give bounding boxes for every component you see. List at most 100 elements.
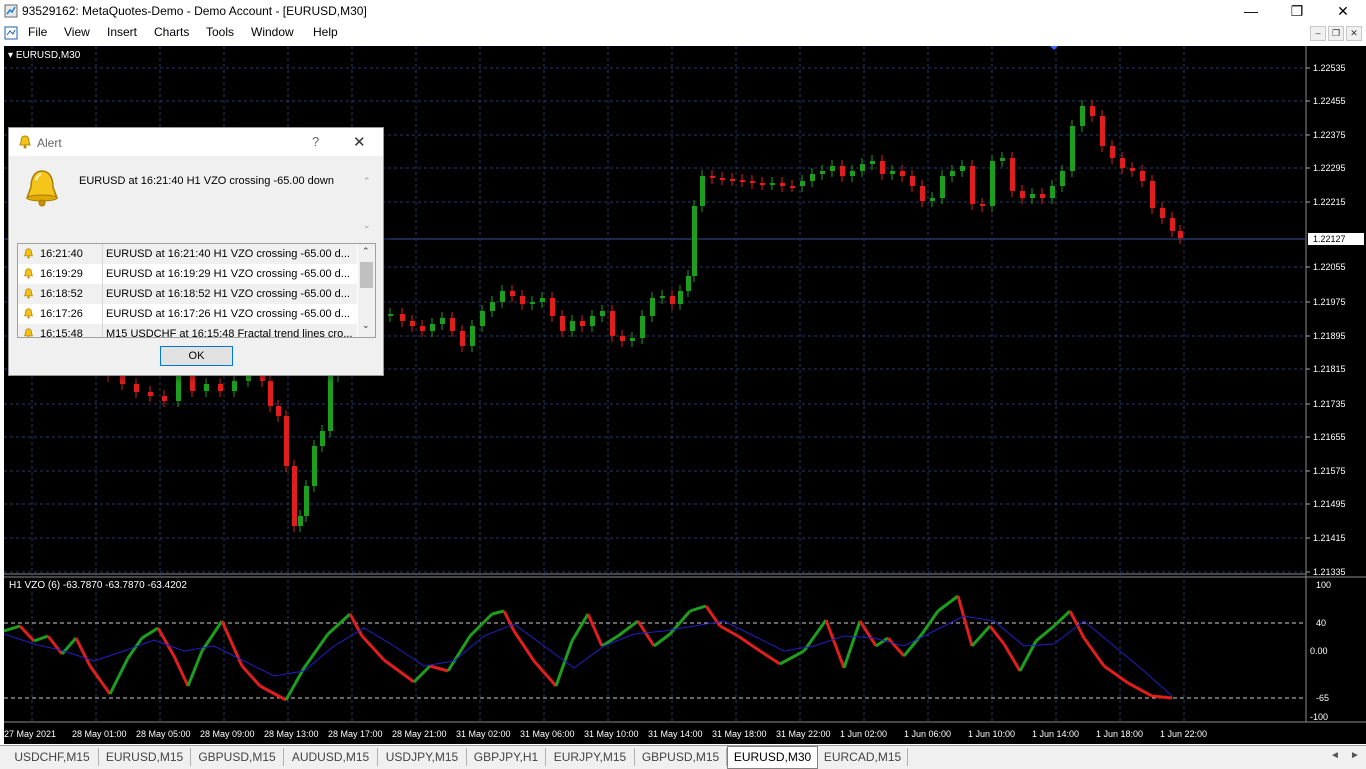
candle-body [176,376,181,401]
candle-body [304,486,309,516]
candle-body [1080,106,1085,126]
tab-scroll-right-icon[interactable]: ► [1350,750,1360,761]
candle-body [500,291,505,302]
candle-body [800,181,805,186]
candle-body [328,376,333,431]
candle-body [120,376,125,384]
candle-body [750,181,755,183]
candle-body [570,321,575,331]
candle-body [490,302,495,311]
menu-insert[interactable]: Insert [107,25,137,39]
menu-view[interactable]: View [64,25,90,39]
alert-close-button[interactable]: ✕ [353,133,366,151]
list-item[interactable]: 16:21:40 EURUSD at 16:21:40 H1 VZO cross… [18,244,357,264]
vzo-line-segment [4,624,21,633]
candle-body [600,311,605,316]
tab-gbpjpy-h1[interactable]: GBPJPY,H1 [467,748,546,766]
column-separator [102,284,103,304]
vzo-line-segment [186,650,204,687]
menu-file[interactable]: File [28,25,47,39]
candle-body [1130,168,1135,171]
candle-body [320,431,325,446]
tab-scroll-left-icon[interactable]: ◄ [1330,750,1340,761]
price-tick-label: 1.22375 [1313,130,1346,140]
message-scroll-up[interactable]: ⌃ [363,176,371,187]
alert-time: 16:15:48 [40,328,83,338]
time-tick-label: 28 May 21:00 [392,729,447,739]
candle-body [298,516,303,526]
message-scroll-down[interactable]: ⌄ [363,220,371,231]
tab-eurusd-m30[interactable]: EURUSD,M30 [727,746,818,769]
price-tick-label: 1.21895 [1313,331,1346,341]
time-tick-label: 1 Jun 18:00 [1096,729,1143,739]
scroll-up-arrow-icon[interactable]: ⌃ [362,246,370,257]
vzo-line-segment [491,609,505,616]
candle-body [880,161,885,174]
candle-body [520,296,525,304]
price-tick-label: 1.22295 [1313,163,1346,173]
ok-button[interactable]: OK [160,346,233,366]
indicator-label: H1 VZO (6) -63.7870 -63.7870 -63.4202 [9,580,187,591]
candle-body [770,183,775,185]
vzo-line-segment [60,637,78,655]
tab-usdchf-m15[interactable]: USDCHF,M15 [6,748,99,766]
candle-body [700,176,705,206]
candle-body [1140,171,1145,181]
chart-window-icon[interactable] [4,26,18,40]
bell-icon [24,248,33,259]
candle-body [670,296,675,304]
vzo-line-segment [532,660,558,687]
candle-body [430,324,435,331]
indicator-level-label: -65 [1316,693,1329,703]
tab-eurjpy-m15[interactable]: EURJPY,M15 [546,748,635,766]
candle-body [134,384,139,392]
time-tick-label: 28 May 01:00 [72,729,127,739]
menu-tools[interactable]: Tools [206,25,234,39]
tab-eurcad-m15[interactable]: EURCAD,M15 [818,748,908,766]
menu-charts[interactable]: Charts [154,25,189,39]
list-item[interactable]: 16:18:52 EURUSD at 16:18:52 H1 VZO cross… [18,284,357,304]
tab-gbpusd-m15[interactable]: GBPUSD,M15 [191,748,284,766]
candle-body [246,376,251,381]
alert-help-button[interactable]: ? [312,134,319,149]
menu-help[interactable]: Help [313,25,338,39]
list-item[interactable]: 16:19:29 EURUSD at 16:19:29 H1 VZO cross… [18,264,357,284]
candle-body [760,183,765,185]
candle-body [950,171,955,176]
vzo-line-segment [172,655,190,687]
candle-body [740,180,745,182]
candle-body [960,166,965,171]
candle-body [1090,106,1095,116]
tab-audusd-m15[interactable]: AUDUSD,M15 [284,748,378,766]
candle-body [810,174,815,181]
current-price-label: 1.22127 [1313,234,1346,244]
time-tick-label: 1 Jun 22:00 [1160,729,1207,739]
candle-body [284,416,289,466]
vzo-line-segment [956,595,974,647]
close-button[interactable]: ✕ [1320,0,1366,23]
mdi-close-button[interactable]: ✕ [1346,26,1362,41]
candle-body [292,466,297,526]
list-item[interactable]: 16:17:26 EURUSD at 16:17:26 H1 VZO cross… [18,304,357,324]
minimize-button[interactable]: — [1228,0,1274,23]
menu-window[interactable]: Window [251,25,294,39]
scrollbar-thumb[interactable] [360,262,373,288]
maximize-button[interactable]: ❐ [1274,0,1320,23]
vzo-line-segment [886,637,906,657]
candle-body [920,186,925,201]
tab-usdjpy-m15[interactable]: USDJPY,M15 [378,748,467,766]
vzo-line-segment [737,634,761,653]
price-tick-label: 1.21415 [1313,533,1346,543]
bell-icon [24,308,33,319]
mdi-restore-button[interactable]: ❐ [1328,26,1344,41]
tab-gbpusd-m15-2[interactable]: GBPUSD,M15 [635,748,727,766]
vzo-line-segment [858,620,878,647]
list-item[interactable]: 16:15:48 M15 USDCHF at 16:15:48 Fractal … [18,324,357,338]
list-scrollbar[interactable]: ⌃ ⌄ [358,244,375,337]
time-tick-label: 31 May 18:00 [712,729,767,739]
mdi-minimize-button[interactable]: – [1310,26,1326,41]
scroll-down-arrow-icon[interactable]: ⌄ [362,320,370,331]
tab-eurusd-m15[interactable]: EURUSD,M15 [99,748,191,766]
alert-history-list[interactable]: 16:21:40 EURUSD at 16:21:40 H1 VZO cross… [17,243,376,338]
vzo-line-segment [360,634,386,662]
